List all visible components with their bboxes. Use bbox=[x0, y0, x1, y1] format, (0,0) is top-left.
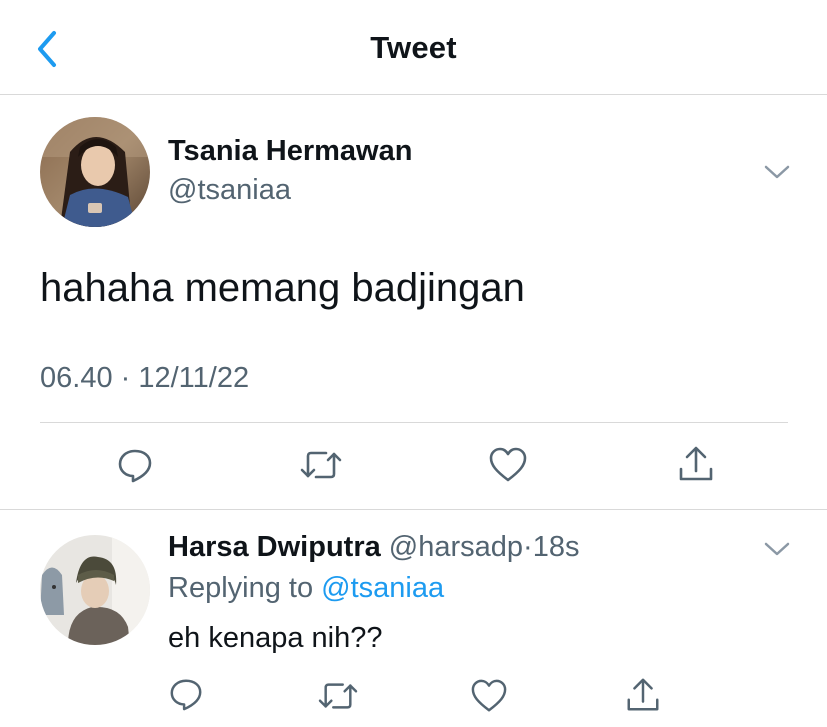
page-title: Tweet bbox=[370, 30, 457, 65]
replying-to-label: Replying to bbox=[168, 572, 314, 604]
like-icon[interactable] bbox=[488, 446, 528, 484]
avatar-image bbox=[40, 117, 150, 227]
reply-author-handle[interactable]: @harsadp bbox=[389, 531, 523, 563]
chevron-down-icon[interactable] bbox=[763, 540, 791, 558]
avatar[interactable] bbox=[40, 535, 150, 645]
retweet-icon[interactable] bbox=[316, 678, 360, 714]
divider bbox=[0, 509, 827, 510]
tweet-text: hahaha memang badjingan bbox=[40, 266, 525, 310]
author-handle[interactable]: @tsaniaa bbox=[168, 174, 291, 207]
mention-link[interactable]: @tsaniaa bbox=[321, 572, 444, 604]
share-icon[interactable] bbox=[676, 444, 716, 484]
chevron-down-icon[interactable] bbox=[763, 163, 791, 181]
author-name[interactable]: Tsania Hermawan bbox=[168, 135, 412, 168]
divider bbox=[40, 422, 788, 423]
reply-author-name[interactable]: Harsa Dwiputra bbox=[168, 531, 381, 563]
reply-icon[interactable] bbox=[168, 676, 204, 712]
tweet-timestamp[interactable]: 06.40 · 12/11/22 bbox=[40, 362, 249, 395]
separator-dot: · bbox=[523, 531, 533, 563]
avatar-image bbox=[40, 535, 150, 645]
reply-text: eh kenapa nih?? bbox=[168, 622, 383, 654]
reply-header: Harsa Dwiputra @harsadp·18s bbox=[168, 531, 579, 564]
like-icon[interactable] bbox=[470, 678, 508, 714]
top-bar: Tweet bbox=[0, 0, 827, 95]
reply-time[interactable]: 18s bbox=[533, 531, 580, 563]
replying-to-line: Replying to @tsaniaa bbox=[168, 572, 444, 605]
share-icon[interactable] bbox=[624, 676, 662, 714]
avatar[interactable] bbox=[40, 117, 150, 227]
retweet-icon[interactable] bbox=[298, 446, 344, 484]
reply-icon[interactable] bbox=[116, 446, 154, 484]
